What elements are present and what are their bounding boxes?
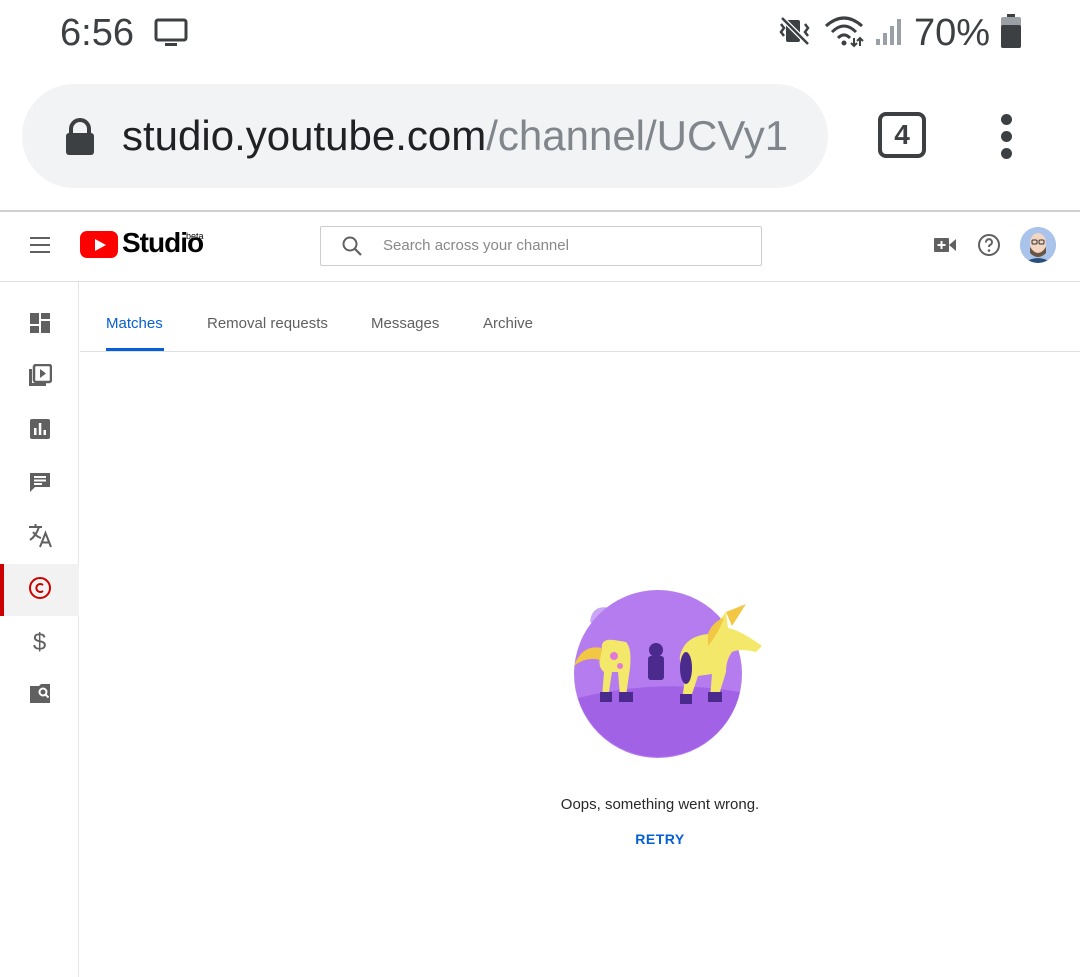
broken-unicorn-illustration bbox=[562, 588, 772, 760]
copyright-tabs: Matches Removal requests Messages Archiv… bbox=[80, 282, 1080, 352]
studio-header: Studio beta Search across your channel bbox=[0, 212, 1080, 282]
nav-dashboard[interactable] bbox=[0, 299, 79, 351]
nav-translations[interactable] bbox=[0, 511, 79, 563]
help-icon[interactable] bbox=[977, 233, 1001, 262]
create-video-icon[interactable] bbox=[934, 236, 956, 259]
cast-icon bbox=[154, 18, 188, 53]
channel-search-input[interactable]: Search across your channel bbox=[320, 226, 762, 266]
tab-removal-requests[interactable]: Removal requests bbox=[207, 315, 328, 332]
audio-library-icon bbox=[28, 682, 52, 711]
browser-menu-icon[interactable] bbox=[998, 114, 1014, 160]
retry-button[interactable]: RETRY bbox=[610, 831, 710, 847]
nav-audio-library[interactable] bbox=[0, 670, 79, 722]
address-bar[interactable]: studio.youtube.com/channel/UCVy1 bbox=[22, 84, 828, 188]
vibrate-icon bbox=[778, 14, 814, 53]
copyright-icon bbox=[28, 576, 52, 605]
dashboard-icon bbox=[29, 312, 51, 339]
status-bar: 6:56 70% bbox=[0, 0, 1080, 68]
search-icon bbox=[341, 235, 363, 262]
comments-icon bbox=[29, 471, 51, 498]
videos-icon bbox=[28, 363, 52, 393]
signal-icon bbox=[874, 15, 904, 52]
youtube-logo-icon[interactable] bbox=[80, 231, 118, 258]
nav-analytics[interactable] bbox=[0, 405, 79, 457]
error-message: Oops, something went wrong. bbox=[560, 796, 760, 813]
status-time: 6:56 bbox=[60, 12, 134, 54]
tab-switcher-button[interactable]: 4 bbox=[878, 112, 926, 158]
avatar[interactable] bbox=[1020, 227, 1056, 263]
nav-comments[interactable] bbox=[0, 458, 79, 510]
url-host: studio.youtube.com bbox=[122, 112, 487, 159]
search-placeholder: Search across your channel bbox=[383, 237, 569, 254]
tab-matches[interactable]: Matches bbox=[106, 315, 163, 332]
battery-percent: 70% bbox=[913, 12, 990, 54]
tab-archive[interactable]: Archive bbox=[483, 315, 533, 332]
browser-toolbar: studio.youtube.com/channel/UCVy1 4 bbox=[0, 68, 1080, 212]
beta-label: beta bbox=[186, 231, 204, 241]
translations-icon bbox=[27, 522, 53, 553]
left-nav: $ bbox=[0, 282, 79, 977]
lock-icon bbox=[64, 118, 96, 161]
url-text[interactable]: studio.youtube.com/channel/UCVy1 bbox=[122, 112, 812, 160]
active-tab-indicator bbox=[106, 348, 164, 351]
battery-icon bbox=[1000, 13, 1022, 54]
wifi-icon bbox=[824, 14, 864, 53]
menu-icon[interactable] bbox=[30, 237, 50, 258]
tab-messages[interactable]: Messages bbox=[371, 315, 439, 332]
nav-monetization[interactable]: $ bbox=[0, 617, 79, 669]
nav-copyright[interactable] bbox=[0, 564, 79, 616]
nav-videos[interactable] bbox=[0, 352, 79, 404]
url-path: /channel/UCVy1 bbox=[486, 112, 789, 159]
monetization-icon: $ bbox=[32, 629, 47, 656]
analytics-icon bbox=[29, 418, 51, 445]
